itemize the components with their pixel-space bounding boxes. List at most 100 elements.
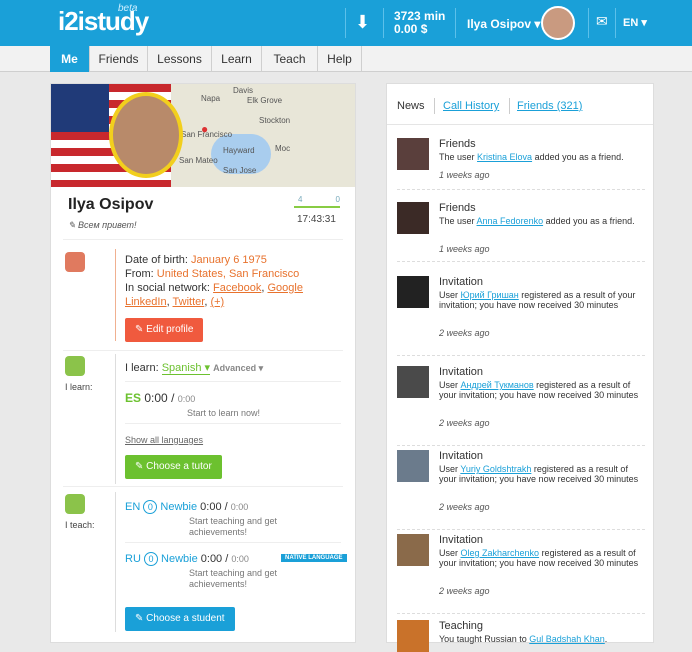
teach-hint: Start teaching and get xyxy=(189,568,278,578)
tab-lessons[interactable]: Lessons xyxy=(148,46,212,72)
teach-hint: Start teaching and get xyxy=(189,516,278,526)
teach-row-en: EN 0 Newbie 0:00 / 0:00 xyxy=(125,500,249,514)
divider xyxy=(63,239,343,240)
news-title: Teaching xyxy=(439,620,484,632)
learn-language-row: I learn: Spanish ▾ Advanced ▾ xyxy=(125,362,264,375)
user-menu[interactable]: Ilya Osipov ▾ xyxy=(467,17,540,31)
news-title: Invitation xyxy=(439,450,484,462)
news-text: User Yuriy Goldshtrakh registered as a r… xyxy=(439,464,639,484)
top-bar: i2istudy beta ⬇ 3723 min 0.00 $ Ilya Osi… xyxy=(0,0,692,46)
user-link[interactable]: Oleg Zakharchenko xyxy=(461,548,540,558)
user-avatar[interactable] xyxy=(397,366,429,398)
news-title: Invitation xyxy=(439,534,484,546)
map-label: Moc xyxy=(275,144,291,153)
choose-tutor-button[interactable]: ✎ Choose a tutor xyxy=(125,455,222,479)
download-icon[interactable]: ⬇ xyxy=(355,12,370,33)
divider xyxy=(125,423,341,424)
show-all-languages-link[interactable]: Show all languages xyxy=(125,435,203,445)
map-pin-icon: ● xyxy=(201,122,209,136)
learn-level-select[interactable]: Advanced ▾ xyxy=(213,363,263,373)
facebook-link[interactable]: Facebook xyxy=(213,282,261,294)
news-time: 2 weeks ago xyxy=(439,418,490,428)
tab-learn[interactable]: Learn xyxy=(212,46,262,72)
profile-status[interactable]: ✎ Всем привет! xyxy=(68,220,137,231)
user-avatar[interactable] xyxy=(397,276,429,308)
news-text: User Oleg Zakharchenko registered as a r… xyxy=(439,548,639,568)
tab-friends-count[interactable]: Friends (321) xyxy=(517,100,582,112)
status-text: Всем привет! xyxy=(78,220,137,230)
news-item: Teaching You taught Russian to Gul Badsh… xyxy=(397,620,645,652)
learn-section-label: I learn: xyxy=(65,382,93,392)
language-select[interactable]: EN ▾ xyxy=(623,16,647,29)
edit-profile-button[interactable]: ✎ Edit profile xyxy=(125,318,204,342)
avatar[interactable] xyxy=(541,6,575,40)
tab-me[interactable]: Me xyxy=(50,46,90,72)
map-label: San Jose xyxy=(223,166,257,175)
user-avatar[interactable] xyxy=(397,138,429,170)
person-icon xyxy=(65,252,85,272)
profile-photo xyxy=(109,92,183,178)
user-link[interactable]: Kristina Elova xyxy=(477,152,532,162)
balance-money: 0.00 $ xyxy=(394,22,428,36)
social-networks: In social network: Facebook, Google xyxy=(125,282,303,294)
divider xyxy=(383,8,384,38)
news-time: 1 weeks ago xyxy=(439,244,490,254)
beta-label: beta xyxy=(118,3,138,14)
user-link[interactable]: Юрий Гришан xyxy=(461,290,519,300)
divider xyxy=(125,542,341,543)
tab-friends[interactable]: Friends xyxy=(90,46,148,72)
stat-right: 0 xyxy=(335,195,340,204)
user-avatar[interactable] xyxy=(397,202,429,234)
user-link[interactable]: Anna Fedorenko xyxy=(477,216,544,226)
news-text: User Андрей Тукманов registered as a res… xyxy=(439,380,639,400)
news-time: 2 weeks ago xyxy=(439,502,490,512)
user-link[interactable]: Андрей Тукманов xyxy=(461,380,534,390)
news-item: Invitation User Андрей Тукманов register… xyxy=(397,366,645,446)
tab-call-history[interactable]: Call History xyxy=(443,100,499,112)
add-social-link[interactable]: (+) xyxy=(210,296,224,308)
divider xyxy=(455,8,456,38)
tab-help[interactable]: Help xyxy=(318,46,362,72)
user-link[interactable]: Yuriy Goldshtrakh xyxy=(460,464,531,474)
balance[interactable]: 3723 min 0.00 $ xyxy=(394,10,445,36)
twitter-link[interactable]: Twitter xyxy=(173,296,205,308)
news-item: Invitation User Yuriy Goldshtrakh regist… xyxy=(397,450,645,530)
learn-language-select[interactable]: Spanish ▾ xyxy=(161,362,211,375)
divider xyxy=(63,486,343,487)
teach-hint: achievements! xyxy=(189,527,248,537)
divider xyxy=(115,492,116,632)
news-title: Invitation xyxy=(439,366,484,378)
news-text: The user Kristina Elova added you as a f… xyxy=(439,152,624,162)
mail-icon[interactable]: ✉ xyxy=(596,13,608,30)
map-label: Elk Grove xyxy=(247,96,283,105)
map-label: Davis xyxy=(233,86,254,95)
news-time: 2 weeks ago xyxy=(439,328,490,338)
teach-icon xyxy=(65,494,85,514)
teach-row-ru: RU 0 Newbie 0:00 / 0:00 xyxy=(125,552,249,566)
choose-student-button[interactable]: ✎ Choose a student xyxy=(125,607,235,631)
linkedin-link[interactable]: LinkedIn xyxy=(125,296,167,308)
news-item: Friends The user Anna Fedorenko added yo… xyxy=(397,202,645,262)
divider xyxy=(63,350,343,351)
divider xyxy=(115,249,116,341)
news-time: 1 weeks ago xyxy=(439,170,490,180)
user-avatar[interactable] xyxy=(397,450,429,482)
divider xyxy=(588,8,589,38)
learn-hint: Start to learn now! xyxy=(187,408,261,418)
nav-bar: Me Friends Lessons Learn Teach Help xyxy=(0,46,692,72)
map-label: Hayward xyxy=(223,146,255,155)
learn-progress: ES 0:00 / 0:00 xyxy=(125,391,196,405)
map-label: Napa xyxy=(201,94,221,103)
tab-news[interactable]: News xyxy=(397,100,425,112)
news-time: 2 weeks ago xyxy=(439,586,490,596)
tab-teach[interactable]: Teach xyxy=(262,46,318,72)
profile-name: Ilya Osipov xyxy=(68,196,154,213)
user-avatar[interactable] xyxy=(397,534,429,566)
google-link[interactable]: Google xyxy=(267,282,302,294)
map-image: Davis Napa Elk Grove Stockton San Franci… xyxy=(171,84,355,187)
pencil-icon: ✎ xyxy=(68,220,79,230)
user-avatar[interactable] xyxy=(397,620,429,652)
divider xyxy=(615,8,616,38)
native-language-badge: NATIVE LANGUAGE xyxy=(281,554,347,562)
divider xyxy=(125,381,341,382)
